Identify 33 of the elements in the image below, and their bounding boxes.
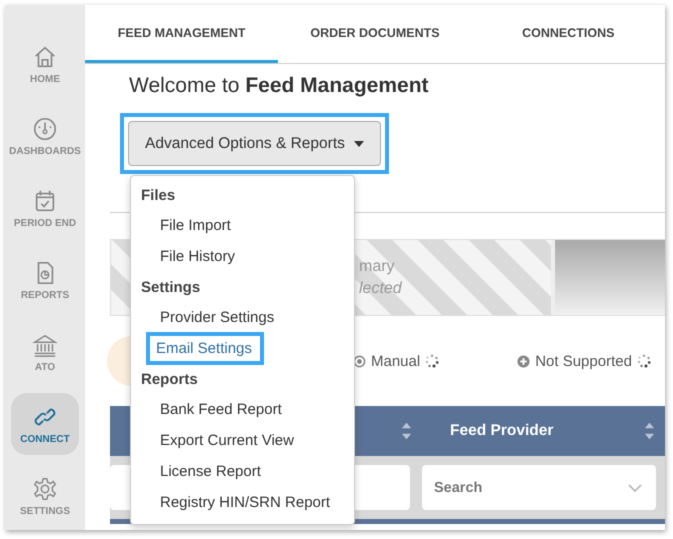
column-header[interactable]: Feed Provider [450, 422, 554, 440]
menu-item[interactable]: Bank Feed Report [141, 393, 294, 426]
chevron-down-icon [628, 484, 642, 492]
settings-icon [32, 476, 58, 502]
sort-icon[interactable] [644, 420, 655, 442]
menu-section-title: Settings [141, 278, 202, 298]
filter-select[interactable]: Search [422, 465, 656, 510]
menu-item[interactable]: Export Current View [141, 424, 306, 457]
tab[interactable]: CONNECTIONS [472, 5, 665, 63]
page-heading: Welcome to Feed Management [129, 74, 430, 99]
radio-icon [353, 354, 366, 368]
tab[interactable]: FEED MANAGEMENT [85, 5, 278, 63]
menu-item[interactable]: File Import [141, 209, 243, 242]
menu-item[interactable]: File History [141, 240, 248, 273]
banner-title: mary [359, 258, 396, 276]
legend-label: Not Supported [535, 352, 632, 370]
menu-item[interactable]: Registry HIN/SRN Report [141, 486, 342, 519]
legend-label: Manual [371, 352, 420, 370]
menu-section-title: Reports [141, 370, 199, 390]
tab[interactable]: ORDER DOCUMENTS [278, 5, 472, 63]
menu-item[interactable]: Email Settings [146, 332, 264, 365]
menu-item[interactable]: License Report [141, 455, 273, 488]
plus-circle-icon [517, 354, 530, 368]
sort-icon[interactable] [401, 420, 412, 442]
gauge-icon [32, 116, 58, 142]
spinner-icon [636, 354, 651, 368]
banner-subtitle: lected [359, 280, 402, 298]
options-dropdown-button[interactable]: Advanced Options & Reports [128, 121, 381, 166]
menu-section-title: Files [141, 186, 176, 206]
sidebar-item[interactable]: CONNECT [11, 393, 79, 455]
menu-item[interactable]: Provider Settings [141, 301, 286, 334]
spinner-icon [425, 354, 440, 368]
caret-icon [354, 140, 364, 146]
